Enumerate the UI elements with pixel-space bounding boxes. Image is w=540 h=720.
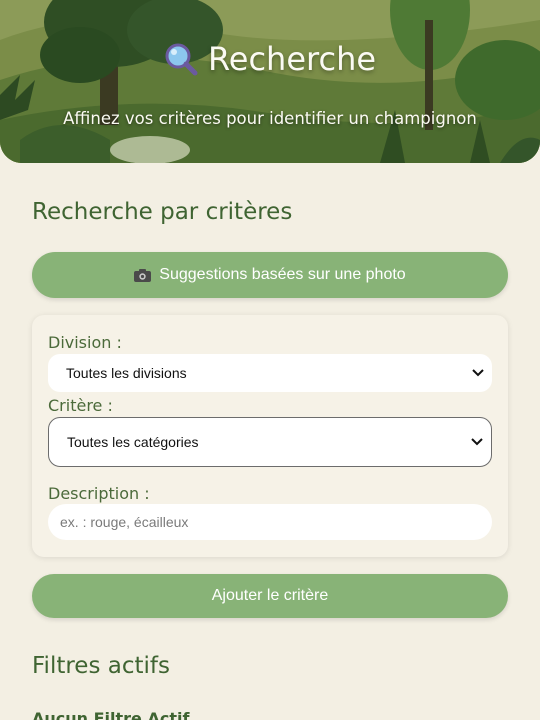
criterion-label: Critère : <box>48 396 113 415</box>
magnifier-icon <box>165 43 198 76</box>
division-select-value: Toutes les divisions <box>66 365 187 381</box>
description-label: Description : <box>48 484 150 503</box>
search-section-title: Recherche par critères <box>32 199 293 225</box>
active-filters-title: Filtres actifs <box>32 653 170 679</box>
chevron-down-icon <box>471 438 483 446</box>
criteria-form-card: Division : Toutes les divisions Critère … <box>32 315 508 557</box>
division-select[interactable]: Toutes les divisions <box>48 354 492 392</box>
chevron-down-icon <box>472 369 484 377</box>
forest-illustration <box>0 0 540 163</box>
page-subtitle: Affinez vos critères pour identifier un … <box>63 109 477 128</box>
no-active-filters-text: Aucun Filtre Actif <box>32 709 190 720</box>
add-criterion-label: Ajouter le critère <box>211 587 329 604</box>
page-title: Recherche <box>0 40 540 78</box>
criterion-select[interactable]: Toutes les catégories <box>48 417 492 467</box>
camera-icon <box>134 268 152 282</box>
division-label: Division : <box>48 333 122 352</box>
photo-suggestions-label: Suggestions basées sur une photo <box>159 266 406 283</box>
description-placeholder: ex. : rouge, écailleux <box>60 514 189 530</box>
add-criterion-button[interactable]: Ajouter le critère <box>32 574 508 618</box>
description-input[interactable]: ex. : rouge, écailleux <box>48 504 492 540</box>
photo-suggestions-button[interactable]: Suggestions basées sur une photo <box>32 252 508 298</box>
page-title-text: Recherche <box>207 40 377 78</box>
criterion-select-value: Toutes les catégories <box>67 434 199 450</box>
header-banner: Recherche Affinez vos critères pour iden… <box>0 0 540 163</box>
